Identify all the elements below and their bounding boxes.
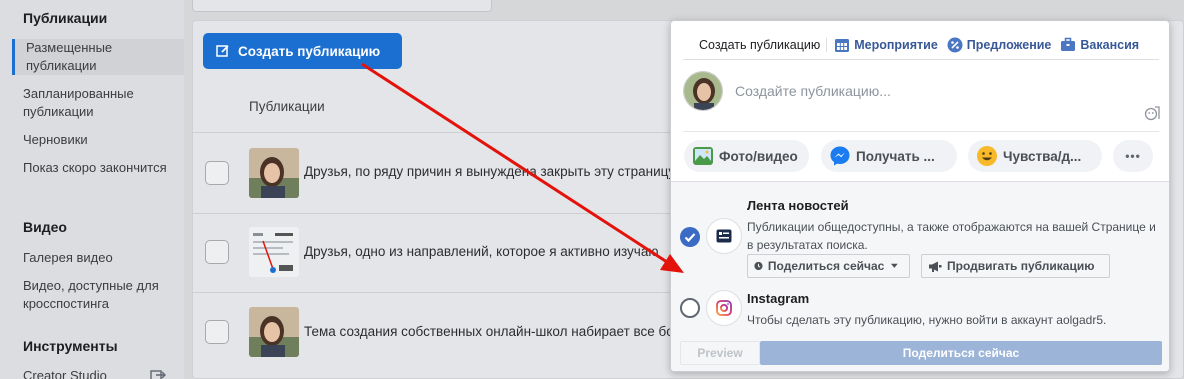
sidebar-section-publications: Публикации bbox=[23, 10, 108, 26]
calendar-icon bbox=[835, 38, 850, 52]
create-post-label: Создать публикацию bbox=[238, 43, 381, 59]
clock-icon bbox=[754, 261, 763, 271]
post-thumbnail[interactable] bbox=[249, 227, 299, 277]
post-text[interactable]: Друзья, одно из направлений, которое я а… bbox=[304, 244, 670, 259]
messenger-icon bbox=[830, 146, 850, 166]
share-now-label: Поделиться сейчас bbox=[767, 259, 885, 273]
sidebar-section-video: Видео bbox=[23, 219, 67, 235]
tab-label: Предложение bbox=[966, 37, 1052, 52]
sidebar-item-expiring[interactable]: Показ скоро закончится bbox=[23, 159, 178, 177]
boost-label: Продвигать публикацию bbox=[947, 259, 1095, 273]
divider bbox=[683, 131, 1159, 132]
sidebar-item-crossposting[interactable]: Видео, доступные для кросспостинга bbox=[23, 277, 178, 313]
row-checkbox[interactable] bbox=[205, 320, 229, 344]
preview-button[interactable]: Preview bbox=[680, 341, 760, 365]
newsfeed-title: Лента новостей bbox=[747, 198, 849, 213]
post-text[interactable]: Тема создания собственных онлайн-школ на… bbox=[304, 324, 670, 339]
chip-label: Фото/видео bbox=[719, 148, 798, 164]
row-divider bbox=[192, 292, 672, 293]
row-divider bbox=[192, 132, 672, 133]
newsfeed-description: Публикации общедоступны, а также отображ… bbox=[747, 220, 1156, 252]
briefcase-icon bbox=[1061, 37, 1076, 51]
create-post-dialog: Создать публикацию Мероприятие Предложен… bbox=[670, 20, 1170, 372]
chevron-down-icon bbox=[891, 263, 898, 268]
sidebar-item-scheduled[interactable]: Запланированные публикации bbox=[23, 85, 178, 121]
top-search-box[interactable] bbox=[192, 0, 492, 12]
share-now-dropdown[interactable]: Поделиться сейчас bbox=[747, 254, 910, 278]
share-now-button[interactable]: Поделиться сейчас bbox=[760, 341, 1162, 365]
boost-post-button[interactable]: Продвигать публикацию bbox=[921, 254, 1110, 278]
post-thumbnail[interactable] bbox=[249, 307, 299, 357]
tab-label: Вакансия bbox=[1080, 37, 1140, 52]
instagram-icon bbox=[706, 290, 742, 326]
feeling-activity-button[interactable]: Чувства/д... bbox=[968, 140, 1102, 172]
newsfeed-checkbox[interactable] bbox=[680, 227, 700, 247]
instagram-checkbox[interactable] bbox=[680, 298, 700, 318]
tab-job[interactable]: Вакансия bbox=[1060, 37, 1139, 53]
tab-create-post[interactable]: Создать публикацию bbox=[683, 37, 828, 52]
sidebar-section-tools: Инструменты bbox=[23, 338, 118, 354]
left-sidebar: Публикации Размещенные публикации Заплан… bbox=[0, 0, 184, 379]
get-messages-button[interactable]: Получать ... bbox=[821, 140, 957, 172]
create-post-button[interactable]: Создать публикацию bbox=[203, 33, 402, 69]
megaphone-icon bbox=[929, 261, 942, 272]
sidebar-item-published[interactable]: Размещенные публикации bbox=[12, 39, 184, 75]
instagram-description: Чтобы сделать эту публикацию, нужно войт… bbox=[747, 313, 1107, 327]
row-divider bbox=[192, 213, 672, 214]
post-text[interactable]: Друзья, по ряду причин я вынуждена закры… bbox=[304, 164, 670, 179]
column-header-publications: Публикации bbox=[249, 99, 325, 114]
newsfeed-icon bbox=[706, 218, 742, 254]
post-thumbnail[interactable] bbox=[249, 148, 299, 198]
instagram-title: Instagram bbox=[747, 291, 810, 306]
photo-icon bbox=[693, 147, 713, 165]
tab-label: Создать публикацию bbox=[699, 37, 821, 52]
composer-tabs: Создать публикацию Мероприятие Предложен… bbox=[683, 30, 1159, 60]
sidebar-item-drafts[interactable]: Черновики bbox=[23, 131, 178, 149]
tab-event[interactable]: Мероприятие bbox=[834, 37, 938, 53]
post-text-input[interactable]: Создайте публикацию... bbox=[735, 83, 891, 99]
emoji-picker-icon[interactable] bbox=[1144, 105, 1160, 121]
row-checkbox[interactable] bbox=[205, 161, 229, 185]
external-link-icon[interactable] bbox=[150, 369, 166, 379]
photo-video-button[interactable]: Фото/видео bbox=[684, 140, 809, 172]
sidebar-item-video-gallery[interactable]: Галерея видео bbox=[23, 249, 178, 267]
smiley-icon bbox=[977, 146, 997, 166]
more-icon: ••• bbox=[1125, 149, 1141, 163]
more-options-button[interactable]: ••• bbox=[1113, 140, 1153, 172]
tab-offer[interactable]: Предложение bbox=[947, 37, 1052, 53]
percent-badge-icon bbox=[947, 37, 963, 52]
avatar bbox=[683, 71, 723, 111]
chip-label: Чувства/д... bbox=[1003, 148, 1082, 164]
tab-label: Мероприятие bbox=[854, 37, 938, 52]
edit-icon bbox=[216, 45, 229, 57]
row-checkbox[interactable] bbox=[205, 240, 229, 264]
chip-label: Получать ... bbox=[856, 148, 935, 164]
